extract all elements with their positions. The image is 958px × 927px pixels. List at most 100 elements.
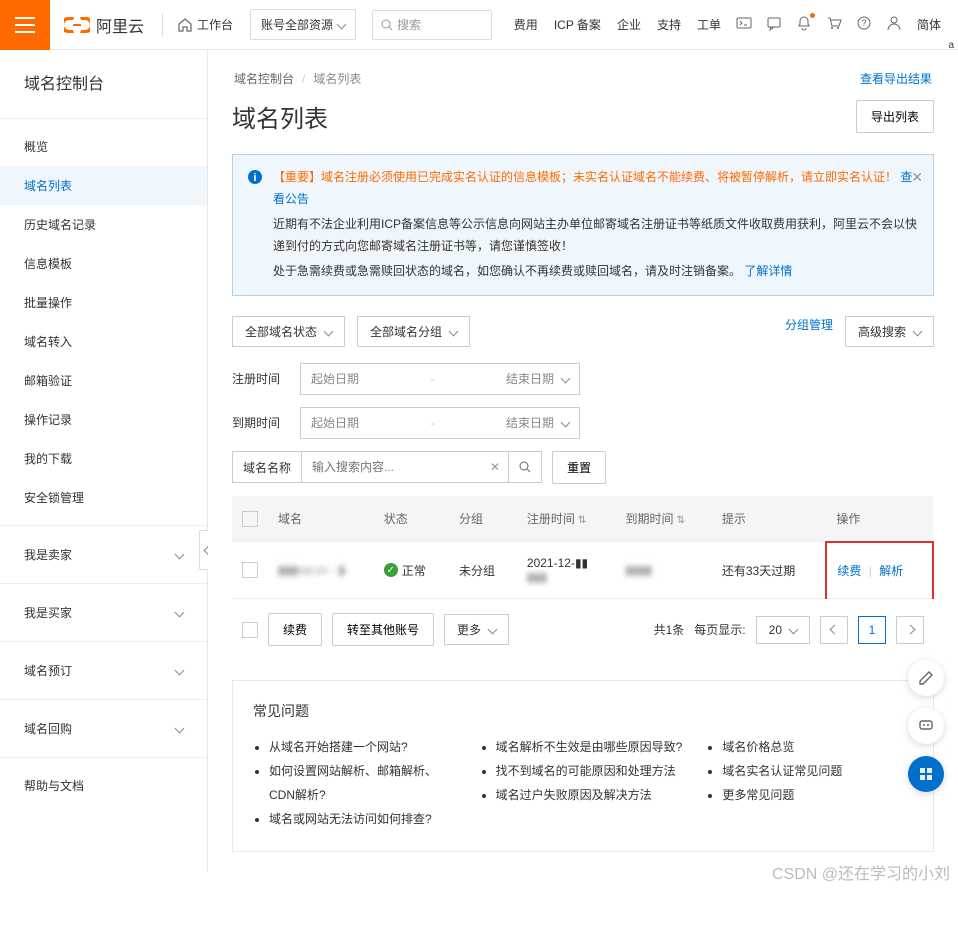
brand-text: 阿里云 — [96, 13, 144, 37]
user-icon[interactable] — [880, 15, 908, 34]
pager-next[interactable] — [896, 616, 924, 644]
svg-text:i: i — [253, 172, 256, 184]
sidebar-help-docs[interactable]: 帮助与文档 — [0, 766, 207, 805]
sidebar-group-buyback[interactable]: 域名回购 — [0, 708, 207, 749]
sidebar-item-batch[interactable]: 批量操作 — [0, 283, 207, 322]
chevron-left-icon — [829, 625, 839, 635]
topbar: 阿里云 工作台 账号全部资源 搜索 费用 ICP 备案 企业 支持 工单 ? 简… — [0, 0, 958, 50]
reset-button[interactable]: 重置 — [552, 451, 606, 484]
batch-transfer-button[interactable]: 转至其他账号 — [332, 613, 434, 646]
page-title: 域名列表 — [232, 99, 328, 134]
th-op: 操作 — [826, 496, 933, 542]
float-app-button[interactable] — [908, 756, 944, 792]
bell-icon[interactable] — [790, 15, 818, 34]
chevron-down-icon — [488, 625, 498, 635]
th-exp[interactable]: 到期时间⇅ — [616, 496, 712, 542]
pager-size-select[interactable]: 20 — [756, 616, 810, 644]
chevron-down-icon — [337, 20, 347, 30]
faq-link[interactable]: 如何设置网站解析、邮箱解析、CDN解析? — [269, 759, 460, 807]
faq-link[interactable]: 域名实名认证常见问题 — [722, 759, 913, 783]
cell-tip: 还有33天过期 — [712, 542, 827, 599]
account-dropdown[interactable]: 账号全部资源 — [250, 9, 356, 40]
alert-link-more[interactable]: 了解详情 — [744, 264, 792, 278]
table-row: ▮▮▮sw.cn - ▮ ✓正常 未分组 2021-12-▮▮▮▮▮ ▮▮▮▮ … — [232, 542, 933, 599]
alert-box: i ✕ 【重要】域名注册必须使用已完成实名认证的信息模板；未实名认证域名不能续费… — [232, 154, 934, 296]
faq-link[interactable]: 从域名开始搭建一个网站? — [269, 735, 460, 759]
faq-link[interactable]: 域名解析不生效是由哪些原因导致? — [496, 735, 687, 759]
chevron-down-icon — [913, 327, 923, 337]
pager-total: 共1条 — [654, 621, 685, 638]
chevron-down-icon — [561, 418, 571, 428]
chat-icon — [918, 718, 934, 734]
chevron-down-icon — [175, 608, 185, 618]
sidebar-item-op-log[interactable]: 操作记录 — [0, 400, 207, 439]
sidebar-item-downloads[interactable]: 我的下载 — [0, 439, 207, 478]
group-manage-link[interactable]: 分组管理 — [785, 316, 833, 347]
workbench-link[interactable]: 工作台 — [167, 9, 244, 40]
brand-logo[interactable]: 阿里云 — [50, 13, 158, 37]
sidebar-item-security-lock[interactable]: 安全锁管理 — [0, 478, 207, 517]
alert-close[interactable]: ✕ — [911, 165, 923, 190]
global-search[interactable]: 搜索 — [372, 10, 492, 40]
domain-table: 域名 状态 分组 注册时间⇅ 到期时间⇅ 提示 操作 ▮▮▮sw.cn - ▮ … — [232, 496, 934, 600]
domain-search-input[interactable] — [302, 452, 482, 482]
faq-link[interactable]: 域名或网站无法访问如何排查? — [269, 807, 460, 831]
nav-ticket[interactable]: 工单 — [690, 16, 728, 33]
sidebar-item-overview[interactable]: 概览 — [0, 127, 207, 166]
sidebar-item-domain-list[interactable]: 域名列表 — [0, 166, 207, 205]
breadcrumb-root[interactable]: 域名控制台 — [234, 70, 294, 87]
nav-fee[interactable]: 费用 — [507, 16, 545, 33]
cell-domain[interactable]: ▮▮▮sw.cn - ▮ — [278, 563, 345, 577]
sidebar-item-history[interactable]: 历史域名记录 — [0, 205, 207, 244]
sidebar-item-info-template[interactable]: 信息模板 — [0, 244, 207, 283]
filter-status[interactable]: 全部域名状态 — [232, 316, 345, 347]
search-button[interactable] — [508, 452, 541, 482]
sidebar-item-transfer-in[interactable]: 域名转入 — [0, 322, 207, 361]
sidebar-group-buyer[interactable]: 我是买家 — [0, 592, 207, 633]
faq-link[interactable]: 更多常见问题 — [722, 783, 913, 807]
pager-page-1[interactable]: 1 — [858, 616, 886, 644]
faq-link[interactable]: 域名过户失败原因及解决方法 — [496, 783, 687, 807]
chevron-down-icon — [561, 374, 571, 384]
batch-row: 续费 转至其他账号 更多 共1条 每页显示: 20 1 — [232, 599, 934, 660]
batch-checkbox[interactable] — [242, 622, 258, 638]
nav-enterprise[interactable]: 企业 — [610, 16, 648, 33]
exp-date-range[interactable]: 起始日期-结束日期 — [300, 407, 580, 439]
export-button[interactable]: 导出列表 — [856, 100, 934, 133]
cloud-shell-icon[interactable] — [730, 15, 758, 34]
batch-more-dropdown[interactable]: 更多 — [444, 614, 509, 645]
lang-switch[interactable]: 简体 — [910, 16, 948, 33]
nav-icp[interactable]: ICP 备案 — [547, 16, 608, 33]
view-export-link[interactable]: 查看导出结果 — [860, 70, 932, 87]
batch-renew-button[interactable]: 续费 — [268, 613, 322, 646]
float-chat-button[interactable] — [908, 708, 944, 744]
reg-date-range[interactable]: 起始日期-结束日期 — [300, 363, 580, 395]
sidebar-group-reserve[interactable]: 域名预订 — [0, 650, 207, 691]
chevron-down-icon — [175, 666, 185, 676]
notification-dot — [810, 13, 815, 18]
row-checkbox[interactable] — [242, 562, 258, 578]
op-renew-link[interactable]: 续费 — [837, 564, 861, 578]
pencil-icon — [918, 670, 934, 686]
cart-icon[interactable] — [820, 15, 848, 34]
exp-time-label: 到期时间 — [232, 414, 288, 431]
nav-support[interactable]: 支持 — [650, 16, 688, 33]
op-resolve-link[interactable]: 解析 — [879, 564, 903, 578]
sidebar-item-email-verify[interactable]: 邮箱验证 — [0, 361, 207, 400]
float-edit-button[interactable] — [908, 660, 944, 696]
message-icon[interactable] — [760, 15, 788, 34]
sidebar-group-seller[interactable]: 我是卖家 — [0, 534, 207, 575]
help-icon[interactable]: ? — [850, 15, 878, 34]
th-reg[interactable]: 注册时间⇅ — [517, 496, 616, 542]
clear-icon[interactable]: ✕ — [482, 452, 508, 482]
cell-exp: ▮▮▮▮ — [626, 563, 652, 577]
menu-toggle[interactable] — [0, 0, 50, 50]
domain-search-compound: 域名名称 ✕ — [232, 451, 542, 483]
home-icon — [178, 18, 192, 32]
faq-link[interactable]: 找不到域名的可能原因和处理方法 — [496, 759, 687, 783]
pager-prev[interactable] — [820, 616, 848, 644]
adv-search-toggle[interactable]: 高级搜索 — [845, 316, 934, 347]
select-all-checkbox[interactable] — [242, 511, 258, 527]
faq-link[interactable]: 域名价格总览 — [722, 735, 913, 759]
filter-group[interactable]: 全部域名分组 — [357, 316, 470, 347]
